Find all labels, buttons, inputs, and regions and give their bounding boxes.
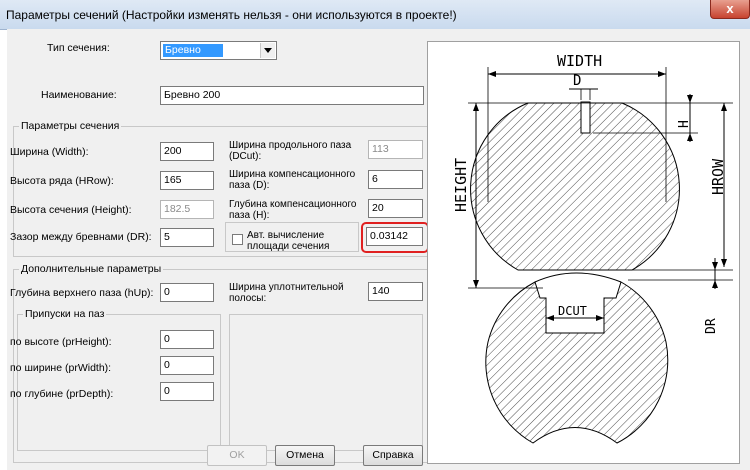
dcut-input: 113 xyxy=(368,140,423,159)
extra-params-title: Дополнительные параметры xyxy=(19,263,164,275)
auto-area-label: Авт. вычисление площади сечения xyxy=(247,230,330,252)
prdepth-label: по глубине (prDepth): xyxy=(10,388,114,400)
dcut-label: Ширина продольного паза (DCut): xyxy=(229,140,352,162)
h-dim-label: H xyxy=(677,120,692,128)
name-input[interactable]: Бревно 200 xyxy=(160,86,424,105)
section-type-selected: Бревно xyxy=(163,44,223,57)
width-dim-label: WIDTH xyxy=(557,52,602,70)
width-label: Ширина (Width): xyxy=(10,146,89,158)
dr-input[interactable]: 5 xyxy=(160,228,214,247)
prheight-input[interactable]: 0 xyxy=(160,330,214,349)
prwidth-label: по ширине (prWidth): xyxy=(10,362,112,374)
upper-log-shape xyxy=(470,101,680,271)
dropdown-button[interactable] xyxy=(260,43,275,58)
window-title: Параметры сечений (Настройки изменять не… xyxy=(6,8,457,22)
help-button[interactable]: Справка xyxy=(363,445,423,466)
name-label: Наименование: xyxy=(41,89,117,101)
section-type-label: Тип сечения: xyxy=(47,42,110,54)
height-dim-label: HEIGHT xyxy=(452,158,470,212)
seal-width-input[interactable]: 140 xyxy=(368,282,423,301)
prdepth-input[interactable]: 0 xyxy=(160,382,214,401)
empty-panel xyxy=(229,314,423,451)
close-button[interactable]: x xyxy=(710,0,750,19)
dr-label: Зазор между бревнами (DR): xyxy=(10,231,152,243)
cancel-button[interactable]: Отмена xyxy=(275,445,335,466)
seal-width-label: Ширина уплотнительной полосы: xyxy=(229,282,344,304)
dr-dim-label: DR xyxy=(704,318,719,334)
title-bar: Параметры сечений (Настройки изменять не… xyxy=(0,0,750,30)
d-label: Ширина компенсационного паза (D): xyxy=(229,169,356,191)
allowances-title: Припуски на паз xyxy=(23,308,107,320)
d-dim-label: D xyxy=(573,73,581,89)
ok-button[interactable]: OK xyxy=(207,445,267,466)
hrow-dim-label: HROW xyxy=(709,158,727,195)
close-icon: x xyxy=(726,1,734,16)
hup-input[interactable]: 0 xyxy=(160,283,214,302)
d-input[interactable]: 6 xyxy=(368,170,423,189)
area-input[interactable]: 0.03142 xyxy=(366,227,423,246)
lower-log-shape xyxy=(485,272,669,444)
auto-area-checkbox[interactable] xyxy=(232,234,243,245)
hup-label: Глубина верхнего паза (hUp): xyxy=(10,287,154,299)
width-input[interactable]: 200 xyxy=(160,142,214,161)
h-input[interactable]: 20 xyxy=(368,199,423,218)
prheight-label: по высоте (prHeight): xyxy=(10,336,112,348)
dialog-client-area: Тип сечения: Бревно Наименование: Бревно… xyxy=(7,29,750,470)
dcut-dim-label: DCUT xyxy=(558,304,587,318)
chevron-down-icon xyxy=(264,48,272,53)
hrow-input[interactable]: 165 xyxy=(160,171,214,190)
log-section-diagram: WIDTH D H HROW HEIGHT DR DCUT xyxy=(452,52,733,444)
h-label: Глубина компенсационного паза (H): xyxy=(229,199,357,221)
prwidth-input[interactable]: 0 xyxy=(160,356,214,375)
hrow-label: Высота ряда (HRow): xyxy=(10,175,114,187)
diagram-panel: WIDTH D H HROW HEIGHT DR DCUT xyxy=(427,41,740,464)
section-params-title: Параметры сечения xyxy=(19,120,122,132)
height-input: 182.5 xyxy=(160,200,214,219)
section-type-combo[interactable]: Бревно xyxy=(160,41,277,60)
height-label: Высота сечения (Height): xyxy=(10,204,132,216)
